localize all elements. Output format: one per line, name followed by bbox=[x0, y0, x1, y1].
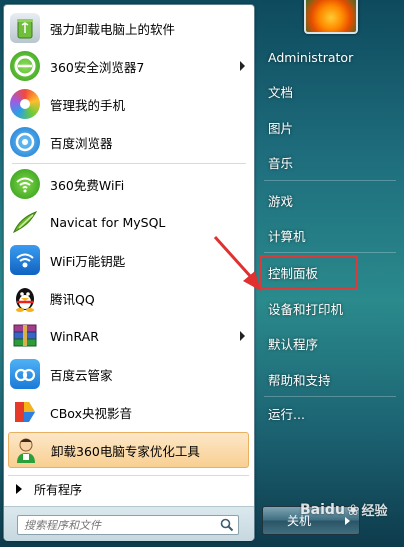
baidu-cloud-icon bbox=[10, 359, 40, 389]
program-label: WiFi万能钥匙 bbox=[50, 253, 126, 269]
link-music[interactable]: 音乐 bbox=[264, 148, 388, 176]
cbox-icon bbox=[10, 397, 40, 427]
search-box[interactable] bbox=[17, 515, 239, 535]
paw-icon: ❀ bbox=[346, 500, 360, 519]
program-label: WinRAR bbox=[50, 328, 99, 344]
phone-manager-icon bbox=[10, 89, 40, 119]
divider bbox=[12, 163, 246, 164]
system-links-panel: Administrator 文档 图片 音乐 游戏 计算机 控制面板 设备和打印… bbox=[256, 0, 404, 547]
pinned-programs: 强力卸载电脑上的软件 360安全浏览器7 管理我的手机 百度浏览器 bbox=[8, 9, 249, 161]
program-item[interactable]: CBox央视影音 bbox=[8, 393, 249, 431]
program-label: 百度云管家 bbox=[50, 367, 113, 383]
program-item[interactable]: 360免费WiFi bbox=[8, 165, 249, 203]
link-computer[interactable]: 计算机 bbox=[264, 221, 388, 249]
link-pictures[interactable]: 图片 bbox=[264, 113, 388, 141]
program-label: Navicat for MySQL bbox=[50, 214, 166, 230]
recent-programs: 360免费WiFi Navicat for MySQL WiFi万能钥匙 腾讯Q… bbox=[8, 165, 249, 468]
divider bbox=[264, 396, 396, 397]
recycle-bin-icon bbox=[10, 13, 40, 43]
start-menu: 强力卸载电脑上的软件 360安全浏览器7 管理我的手机 百度浏览器 360免费W… bbox=[0, 0, 404, 547]
wifi-360-icon bbox=[10, 169, 40, 199]
program-label: CBox央视影音 bbox=[50, 405, 132, 421]
right-arrow-icon bbox=[16, 484, 22, 494]
program-item[interactable]: 管理我的手机 bbox=[8, 85, 249, 123]
all-programs-button[interactable]: 所有程序 bbox=[8, 475, 249, 502]
link-default-programs[interactable]: 默认程序 bbox=[264, 329, 388, 357]
program-label: 百度浏览器 bbox=[50, 135, 113, 151]
program-item-highlighted[interactable]: 卸载360电脑专家优化工具 bbox=[8, 432, 249, 468]
winrar-icon bbox=[10, 321, 40, 351]
uninstall-360-icon bbox=[11, 435, 41, 465]
program-label: 360免费WiFi bbox=[50, 177, 125, 193]
link-control-panel[interactable]: 控制面板 bbox=[260, 255, 358, 289]
link-run[interactable]: 运行... bbox=[264, 399, 388, 427]
link-documents[interactable]: 文档 bbox=[264, 77, 388, 105]
search-area bbox=[4, 506, 254, 541]
divider bbox=[264, 180, 396, 181]
search-icon[interactable] bbox=[220, 518, 234, 532]
program-label: 卸载360电脑专家优化工具 bbox=[51, 443, 200, 459]
watermark-brand: Baidu bbox=[300, 501, 345, 518]
wifi-key-icon bbox=[10, 245, 40, 275]
link-games[interactable]: 游戏 bbox=[264, 186, 388, 214]
360-browser-icon bbox=[10, 51, 40, 81]
user-avatar[interactable] bbox=[304, 0, 358, 34]
watermark: Baidu ❀ 经验 bbox=[300, 500, 388, 520]
all-programs-label: 所有程序 bbox=[34, 482, 83, 497]
program-label: 强力卸载电脑上的软件 bbox=[50, 21, 176, 37]
program-item[interactable]: 百度浏览器 bbox=[8, 123, 249, 161]
program-item[interactable]: 360安全浏览器7 bbox=[8, 47, 249, 85]
divider bbox=[264, 252, 396, 253]
program-label: 腾讯QQ bbox=[50, 291, 95, 307]
submenu-arrow-icon[interactable] bbox=[240, 61, 245, 71]
qq-penguin-icon bbox=[10, 283, 40, 313]
link-devices-printers[interactable]: 设备和打印机 bbox=[264, 294, 388, 322]
program-label: 360安全浏览器7 bbox=[50, 59, 145, 75]
program-item[interactable]: 强力卸载电脑上的软件 bbox=[8, 9, 249, 47]
navicat-icon bbox=[10, 207, 40, 237]
link-help-support[interactable]: 帮助和支持 bbox=[264, 365, 388, 393]
watermark-sub: 经验 bbox=[361, 504, 388, 519]
link-administrator[interactable]: Administrator bbox=[264, 43, 388, 71]
program-item[interactable]: 百度云管家 bbox=[8, 355, 249, 393]
search-input[interactable] bbox=[18, 517, 220, 533]
submenu-arrow-icon[interactable] bbox=[240, 331, 245, 341]
baidu-browser-icon bbox=[10, 127, 40, 157]
program-label: 管理我的手机 bbox=[50, 97, 126, 113]
program-item[interactable]: WinRAR bbox=[8, 317, 249, 355]
